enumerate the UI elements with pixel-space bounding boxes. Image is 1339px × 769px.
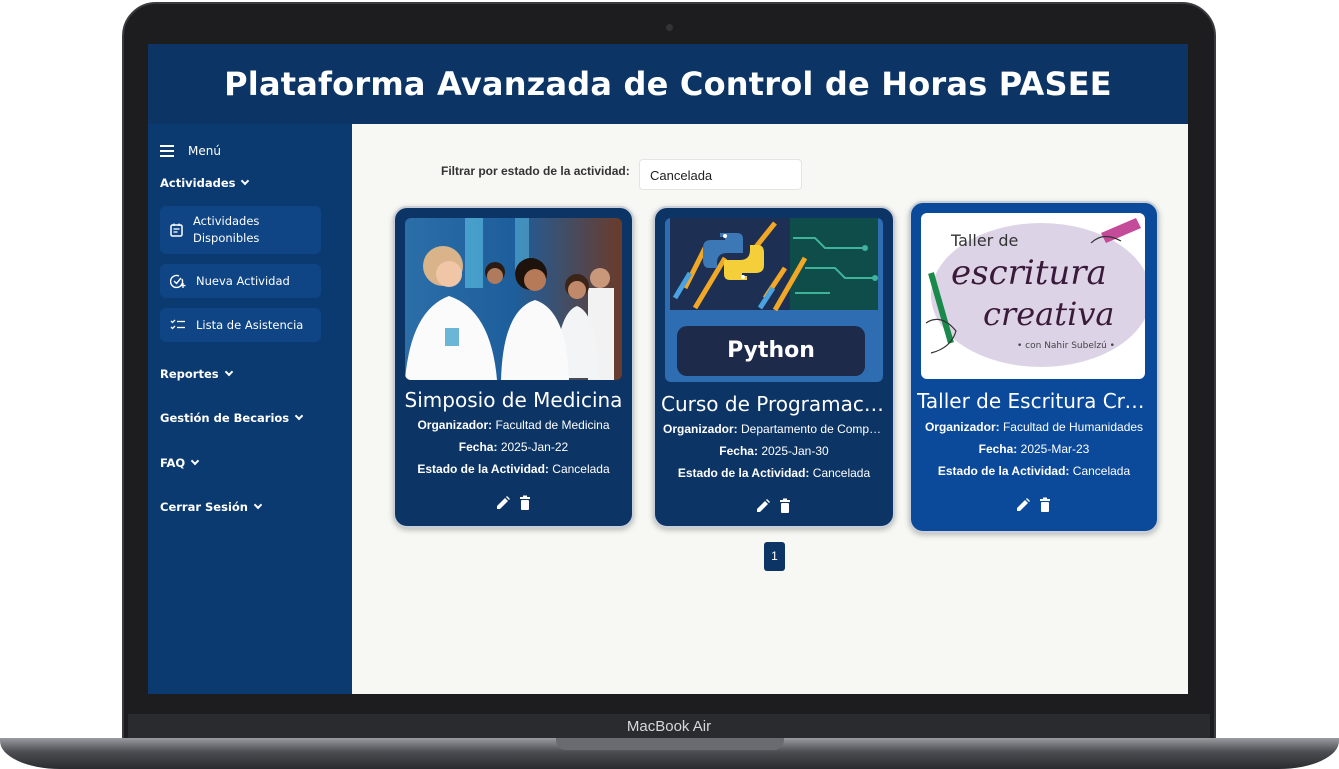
status-label: Estado de la Actividad: xyxy=(937,464,1070,478)
card-title: Simposio de Medicina xyxy=(404,388,623,412)
organizer-value: Facultad de Humanidades xyxy=(1002,420,1144,434)
card-date: Fecha: 2025-Mar-23 xyxy=(919,442,1149,456)
checklist-icon xyxy=(170,319,185,330)
organizer-label: Organizador: xyxy=(924,420,1000,434)
card-status: Estado de la Actividad: Cancelada xyxy=(919,464,1149,478)
sidebar-item-label: Nueva Actividad xyxy=(196,274,290,288)
sidebar-section-reportes[interactable]: Reportes xyxy=(160,367,233,381)
section-label: FAQ xyxy=(160,456,186,470)
chevron-down-icon xyxy=(224,367,233,377)
card-title: Taller de Escritura Creativa xyxy=(917,389,1151,413)
organizer-value: Facultad de Medicina xyxy=(495,418,610,432)
poster-line1: Taller de xyxy=(951,231,1019,250)
delete-icon[interactable] xyxy=(777,498,793,514)
date-label: Fecha: xyxy=(719,444,758,458)
section-label: Actividades xyxy=(160,176,236,190)
date-value: 2025-Jan-22 xyxy=(500,440,569,454)
sidebar-section-cerrar-sesion[interactable]: Cerrar Sesión xyxy=(160,500,263,514)
delete-icon[interactable] xyxy=(1037,497,1053,513)
activity-card[interactable]: Taller de escritura creativa • con Nahir… xyxy=(909,201,1159,533)
chevron-down-icon xyxy=(294,411,304,421)
date-value: 2025-Mar-23 xyxy=(1020,442,1090,456)
card-organizer: Organizador: Departamento de Computación xyxy=(663,422,885,436)
edit-icon[interactable] xyxy=(1015,497,1031,513)
sidebar-item-label: Actividades Disponibles xyxy=(193,214,260,245)
edit-icon[interactable] xyxy=(495,495,511,511)
status-filter-select[interactable]: Cancelada xyxy=(639,159,802,190)
calendar-icon xyxy=(170,223,183,237)
sidebar-item-nueva-actividad[interactable]: Nueva Actividad xyxy=(160,264,321,298)
date-label: Fecha: xyxy=(458,440,498,454)
organizer-label: Organizador: xyxy=(417,418,493,432)
screen: Plataforma Avanzada de Control de Horas … xyxy=(148,44,1188,694)
sidebar-section-faq[interactable]: FAQ xyxy=(160,456,200,470)
card-date: Fecha: 2025-Jan-22 xyxy=(403,440,624,454)
status-value: Cancelada xyxy=(812,466,871,480)
sidebar-item-actividades-disponibles[interactable]: Actividades Disponibles xyxy=(160,206,321,254)
menu-toggle[interactable]: Menú xyxy=(160,142,221,160)
date-label: Fecha: xyxy=(978,442,1018,456)
menu-label: Menú xyxy=(188,144,221,158)
laptop-chin: MacBook Air xyxy=(128,714,1210,740)
main-content: Filtrar por estado de la actividad: Canc… xyxy=(352,124,1188,694)
status-value: Cancelada xyxy=(552,462,610,476)
device-label: MacBook Air xyxy=(626,718,712,735)
filter-label: Filtrar por estado de la actividad: xyxy=(441,164,630,178)
organizer-value: Departamento de Computación xyxy=(741,422,885,436)
activity-card[interactable]: Simposio de Medicina Organizador: Facult… xyxy=(393,206,634,528)
status-value: Cancelada xyxy=(1072,464,1131,478)
sidebar-section-actividades[interactable]: Actividades xyxy=(160,176,250,190)
card-title: Curso de Programación xyxy=(661,392,887,416)
python-label: Python xyxy=(727,338,815,363)
hamburger-icon[interactable] xyxy=(160,142,174,160)
date-value: 2025-Jan-30 xyxy=(761,444,829,458)
poster-line2: escritura xyxy=(951,253,1107,293)
check-add-icon xyxy=(170,274,186,288)
delete-icon[interactable] xyxy=(517,495,533,511)
writing-workshop-poster: Taller de escritura creativa • con Nahir… xyxy=(921,213,1145,379)
chevron-down-icon xyxy=(190,456,200,466)
section-label: Gestión de Becarios xyxy=(160,411,290,425)
laptop-frame: Plataforma Avanzada de Control de Horas … xyxy=(0,0,1339,769)
card-status: Estado de la Actividad: Cancelada xyxy=(403,462,624,476)
section-label: Cerrar Sesión xyxy=(160,500,248,514)
pagination-page-button[interactable]: 1 xyxy=(764,542,785,571)
sidebar-item-label: Lista de Asistencia xyxy=(196,318,304,332)
section-label: Reportes xyxy=(160,367,219,381)
poster-line4: • con Nahir Subelzú • xyxy=(1017,341,1115,351)
chevron-down-icon xyxy=(241,176,250,186)
medical-conference-photo xyxy=(405,218,622,380)
page-title: Plataforma Avanzada de Control de Horas … xyxy=(224,65,1112,103)
camera-icon xyxy=(666,24,673,31)
python-banner: Python xyxy=(665,218,883,382)
sidebar-item-lista-asistencia[interactable]: Lista de Asistencia xyxy=(160,308,321,342)
status-label: Estado de la Actividad: xyxy=(417,462,549,476)
card-organizer: Organizador: Facultad de Humanidades xyxy=(919,420,1149,434)
activity-card[interactable]: Python Curso de Programación Organizador… xyxy=(653,206,895,528)
organizer-label: Organizador: xyxy=(663,422,738,436)
sidebar: Menú Actividades Actividades Disponibles… xyxy=(148,124,352,694)
status-label: Estado de la Actividad: xyxy=(677,466,810,480)
card-organizer: Organizador: Facultad de Medicina xyxy=(403,418,624,432)
card-date: Fecha: 2025-Jan-30 xyxy=(663,444,885,458)
chevron-down-icon xyxy=(253,500,263,510)
app-header: Plataforma Avanzada de Control de Horas … xyxy=(148,44,1188,124)
edit-icon[interactable] xyxy=(755,498,771,514)
poster-line3: creativa xyxy=(983,295,1115,333)
laptop-notch xyxy=(556,738,784,750)
sidebar-section-gestion-becarios[interactable]: Gestión de Becarios xyxy=(160,411,304,425)
card-status: Estado de la Actividad: Cancelada xyxy=(663,466,885,480)
